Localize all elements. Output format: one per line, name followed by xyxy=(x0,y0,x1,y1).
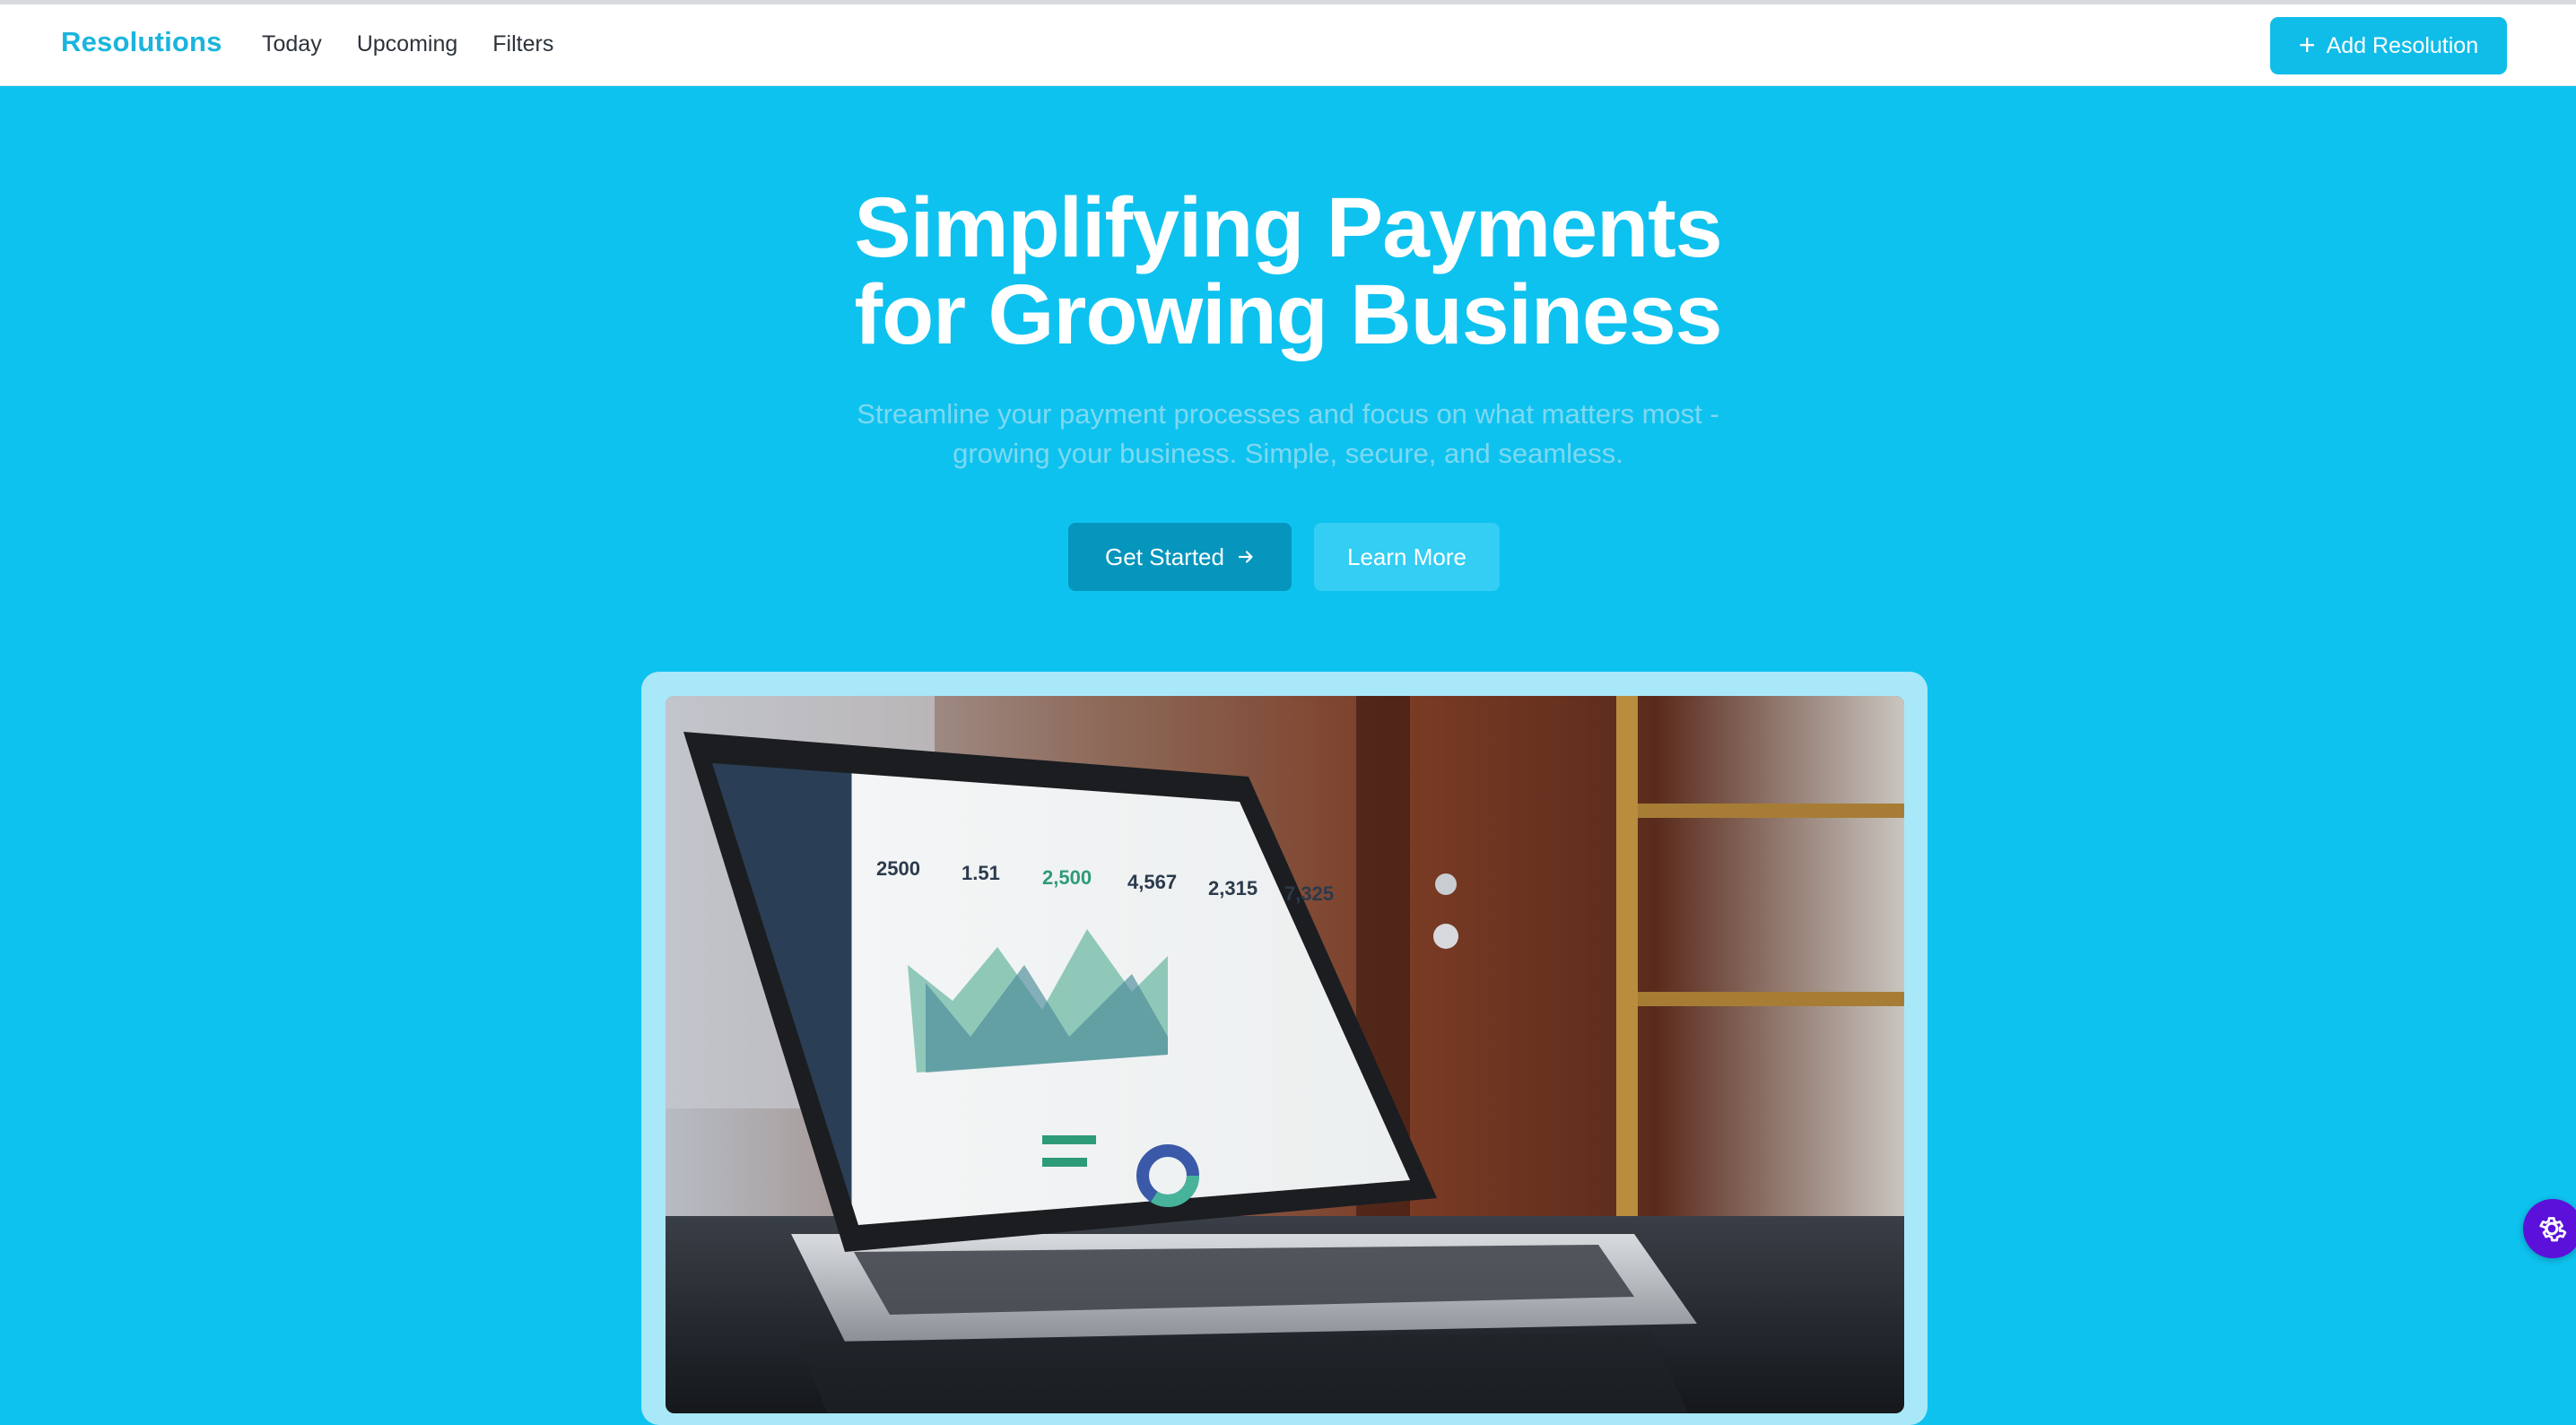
svg-text:2,500: 2,500 xyxy=(1042,866,1092,889)
add-resolution-button[interactable]: + Add Resolution xyxy=(2270,17,2507,74)
hero-title-line-1: Simplifying Payments xyxy=(854,180,1722,275)
hero-title-line-2: for Growing Business xyxy=(854,267,1722,362)
settings-fab[interactable] xyxy=(2523,1199,2576,1258)
brand-logo[interactable]: Resolutions xyxy=(61,26,222,58)
svg-text:1.51: 1.51 xyxy=(962,862,1000,884)
add-resolution-label: Add Resolution xyxy=(2326,32,2479,58)
nav-link-filters[interactable]: Filters xyxy=(492,31,553,57)
svg-text:7,325: 7,325 xyxy=(1284,882,1334,905)
hero-subtitle: Streamline your payment processes and fo… xyxy=(0,395,2576,474)
laptop-photo: 2500 1.51 2,500 4,567 2,315 7,325 xyxy=(666,696,1904,1413)
nav-links: Today Upcoming Filters xyxy=(262,31,553,57)
svg-text:2,315: 2,315 xyxy=(1208,877,1258,899)
arrow-right-icon xyxy=(1238,551,1253,563)
hero-subtitle-line-1: Streamline your payment processes and fo… xyxy=(857,398,1719,430)
nav-link-today[interactable]: Today xyxy=(262,31,322,57)
get-started-button[interactable]: Get Started xyxy=(1068,523,1292,591)
svg-text:2500: 2500 xyxy=(876,857,920,880)
nav-link-upcoming[interactable]: Upcoming xyxy=(357,31,458,57)
hero-subtitle-line-2: growing your business. Simple, secure, a… xyxy=(953,438,1623,469)
gear-icon xyxy=(2539,1217,2567,1242)
learn-more-button[interactable]: Learn More xyxy=(1314,523,1500,591)
top-navbar: Resolutions Today Upcoming Filters + Add… xyxy=(0,4,2576,86)
hero-title: Simplifying Payments for Growing Busines… xyxy=(0,185,2576,359)
svg-text:4,567: 4,567 xyxy=(1127,871,1177,893)
get-started-label: Get Started xyxy=(1105,543,1224,570)
hero-image: 2500 1.51 2,500 4,567 2,315 7,325 xyxy=(666,696,1904,1413)
plus-icon: + xyxy=(2298,28,2316,61)
